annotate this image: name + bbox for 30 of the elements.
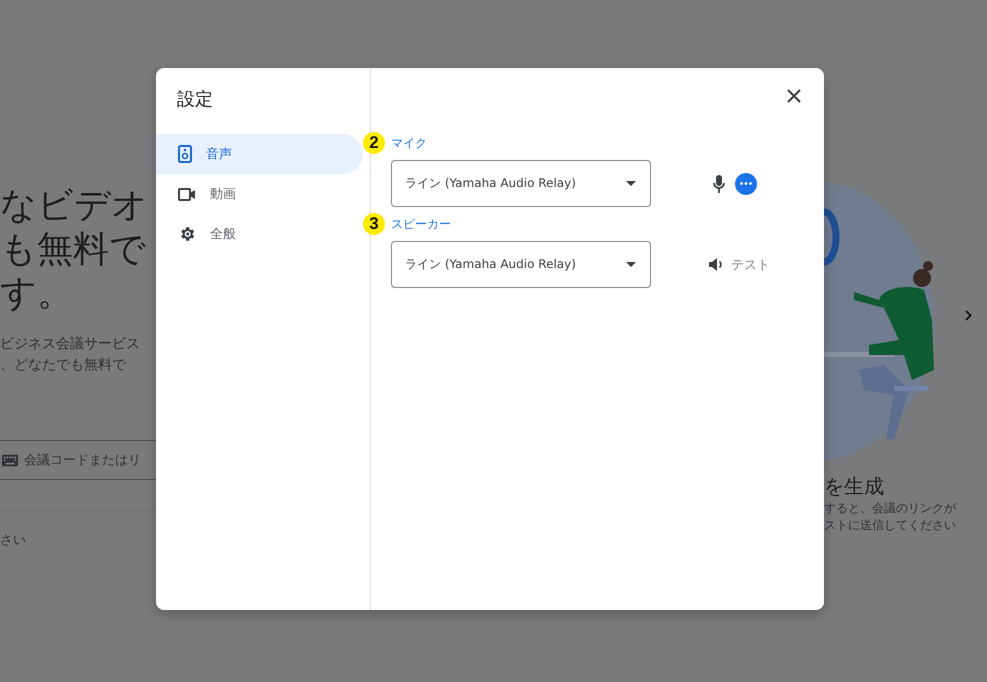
section-label: スピーカー [391,216,452,233]
headline-text: す。 [0,272,74,316]
next-icon[interactable] [965,310,972,321]
more-icon [740,182,752,185]
video-camera-icon [178,188,196,200]
meeting-code-field[interactable]: 会議コードまたはリ [24,452,156,468]
speaker-icon [178,145,192,163]
close-icon [787,89,801,103]
step-badge: 3 [363,213,385,235]
caret-icon [626,181,636,186]
nav-item[interactable]: 音声 [156,134,363,174]
device-select[interactable]: ライン (Yamaha Audio Relay) [391,241,651,288]
description-text: ビジネス会議サービス [0,335,141,354]
headline-text: も無料で [0,228,147,272]
microphone-icon[interactable] [713,174,725,192]
more-options-button[interactable] [735,172,757,194]
dialog-title: 設定 [177,88,214,112]
description-text: 、どなたでも無料で [0,356,128,375]
nav-item[interactable]: 全般 [156,214,363,254]
step-badge: 2 [363,132,385,154]
device-select[interactable]: ライン (Yamaha Audio Relay) [391,160,651,207]
headline-text: なビデオ [0,184,149,228]
nav-item[interactable]: 動画 [156,174,363,214]
section-label: マイク [391,135,428,152]
note-text: さい [0,532,27,549]
test-button[interactable]: テスト [707,252,772,278]
feature-title: を生成 [824,473,885,500]
feature-description: すると、会議のリンクが [824,500,957,517]
feature-description: ストに送信してください [824,517,957,534]
caret-icon [626,262,636,267]
